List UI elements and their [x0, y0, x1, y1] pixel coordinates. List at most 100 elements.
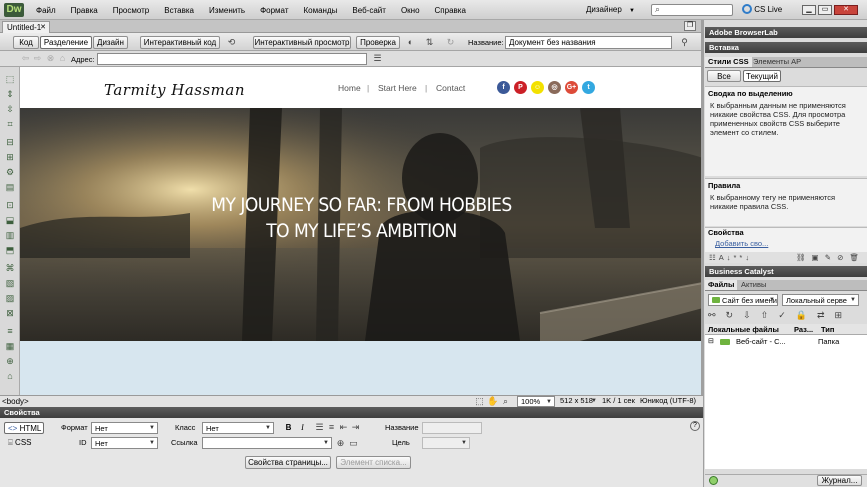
business-catalyst-header[interactable]: Business Catalyst: [705, 266, 867, 277]
hand-tool-icon[interactable]: ✋: [487, 396, 498, 406]
tab-css-styles[interactable]: Стили CSS: [705, 57, 752, 67]
insert-tool-icon[interactable]: ▦: [3, 339, 17, 353]
connect-icon[interactable]: ⚯: [708, 310, 726, 320]
tab-files[interactable]: Файлы: [705, 280, 738, 290]
insert-tool-icon[interactable]: ⊡: [3, 198, 17, 212]
checkin-icon[interactable]: 🔒: [796, 310, 817, 320]
insert-tool-icon[interactable]: ⚙: [3, 165, 17, 179]
az-view-icon[interactable]: A↓: [719, 253, 734, 262]
file-management-icon[interactable]: ⇅: [424, 37, 435, 48]
insert-tool-icon[interactable]: ▧: [3, 276, 17, 290]
workspace-switcher[interactable]: Дизайнер ▼: [586, 4, 635, 16]
inspect-button[interactable]: Проверка: [356, 36, 400, 49]
put-files-icon[interactable]: ⇧: [761, 310, 779, 320]
insert-panel-header[interactable]: Вставка: [705, 42, 867, 53]
menu-item[interactable]: Веб-сайт: [352, 5, 386, 16]
server-view-select[interactable]: Локальный серве: [782, 294, 859, 306]
insert-tool-icon[interactable]: ⬚: [3, 72, 17, 86]
menu-item[interactable]: Изменить: [209, 5, 245, 16]
browserlab-panel-header[interactable]: Adobe BrowserLab: [705, 27, 867, 38]
site-nav-start-here[interactable]: Start Here: [378, 83, 417, 93]
restore-doc-icon[interactable]: ❐: [684, 21, 696, 31]
insert-tool-icon[interactable]: ⊞: [3, 150, 17, 164]
googleplus-icon[interactable]: G+: [565, 81, 578, 94]
category-view-icon[interactable]: ☷: [709, 253, 719, 262]
tab-untitled[interactable]: Untitled-1 ✕: [2, 21, 50, 33]
zoom-select[interactable]: 100%: [517, 396, 555, 407]
cs-live-button[interactable]: CS Live: [742, 4, 782, 16]
refresh-files-icon[interactable]: ↻: [726, 310, 744, 320]
all-button[interactable]: Все: [707, 70, 741, 82]
forward-icon[interactable]: ⇨: [32, 53, 43, 64]
tab-ap-elements[interactable]: Элементы AP: [750, 57, 804, 67]
insert-tool-icon[interactable]: ⊟: [3, 135, 17, 149]
code-view-button[interactable]: Код: [13, 36, 39, 49]
facebook-icon[interactable]: f: [497, 81, 510, 94]
twitter-icon[interactable]: t: [582, 81, 595, 94]
get-files-icon[interactable]: ⇩: [743, 310, 761, 320]
current-button[interactable]: Текущий: [743, 70, 781, 82]
attach-style-icon[interactable]: ⛓ ▣ ✎ ⊘ 🗑: [796, 252, 861, 263]
insert-tool-icon[interactable]: ⊠: [3, 306, 17, 320]
tab-assets[interactable]: Активы: [738, 280, 769, 290]
set-props-icon[interactable]: **↓: [734, 253, 753, 262]
outdent-icon[interactable]: ⇤: [338, 422, 349, 433]
html-mode-button[interactable]: <> HTML: [4, 422, 44, 434]
format-select[interactable]: Нет: [91, 422, 158, 434]
address-input[interactable]: [97, 53, 367, 65]
insert-tool-icon[interactable]: ⇕: [3, 87, 17, 101]
insert-tool-icon[interactable]: ⌗: [3, 117, 17, 131]
checkout-icon[interactable]: ✓: [778, 310, 796, 320]
menu-item[interactable]: Формат: [260, 5, 288, 16]
inspect-graphic-icon[interactable]: ⟲: [226, 37, 237, 48]
document-title-input[interactable]: Документ без названия: [505, 36, 672, 49]
back-icon[interactable]: ⇦: [20, 53, 31, 64]
pinterest-icon[interactable]: P: [514, 81, 527, 94]
menu-item[interactable]: Файл: [36, 5, 56, 16]
insert-tool-icon[interactable]: ⇳: [3, 102, 17, 116]
italic-button[interactable]: I: [297, 422, 308, 433]
menu-item[interactable]: Справка: [435, 5, 466, 16]
design-view-button[interactable]: Дизайн: [93, 36, 128, 49]
indent-icon[interactable]: ⇥: [350, 422, 361, 433]
id-select[interactable]: Нет: [91, 437, 158, 449]
menu-item[interactable]: Просмотр: [113, 5, 150, 16]
home-icon[interactable]: ⌂: [57, 53, 68, 64]
help-icon[interactable]: ?: [690, 421, 700, 431]
insert-tool-icon[interactable]: ▤: [3, 180, 17, 194]
add-property-link[interactable]: Добавить сво...: [715, 238, 768, 249]
live-view-button[interactable]: Интерактивный просмотр: [253, 36, 351, 49]
maximize-button[interactable]: ▭: [818, 5, 832, 15]
insert-tool-icon[interactable]: ⊕: [3, 354, 17, 368]
zoom-tool-icon[interactable]: ⌕: [500, 396, 511, 406]
unordered-list-icon[interactable]: ☰: [314, 422, 325, 433]
site-nav-contact[interactable]: Contact: [436, 83, 465, 93]
insert-tool-icon[interactable]: ▥: [3, 228, 17, 242]
menu-item[interactable]: Вставка: [164, 5, 194, 16]
menu-item[interactable]: Команды: [304, 5, 338, 16]
page-properties-button[interactable]: Свойства страницы...: [245, 456, 331, 469]
link-input[interactable]: [202, 437, 332, 449]
sync-icon[interactable]: ⇄: [817, 310, 835, 320]
insert-tool-icon[interactable]: ▨: [3, 291, 17, 305]
insert-tool-icon[interactable]: ⌂: [3, 369, 17, 383]
menu-item[interactable]: Окно: [401, 5, 420, 16]
log-button[interactable]: Журнал...: [817, 475, 862, 486]
tag-selector-body[interactable]: <body>: [2, 396, 29, 407]
css-mode-button[interactable]: ⌸ CSS: [8, 437, 32, 448]
ordered-list-icon[interactable]: ≡: [326, 422, 337, 433]
check-page-icon[interactable]: ⚲: [679, 37, 690, 48]
menu-item[interactable]: Правка: [71, 5, 98, 16]
expand-icon[interactable]: ⊞: [835, 310, 853, 320]
address-menu-icon[interactable]: ☰: [372, 53, 383, 64]
target-select[interactable]: [422, 437, 470, 449]
browser-preview-icon[interactable]: ◐: [405, 37, 416, 48]
col-size[interactable]: Раз...: [794, 324, 813, 335]
insert-tool-icon[interactable]: ⌘: [3, 261, 17, 275]
snapchat-icon[interactable]: ☺: [531, 81, 544, 94]
bold-button[interactable]: B: [283, 422, 294, 433]
list-item[interactable]: ⊟ Веб-сайт - С... Папка: [705, 336, 867, 347]
minimize-button[interactable]: ▁: [802, 5, 816, 15]
instagram-icon[interactable]: ◎: [548, 81, 561, 94]
refresh-icon[interactable]: ↻: [445, 37, 456, 48]
